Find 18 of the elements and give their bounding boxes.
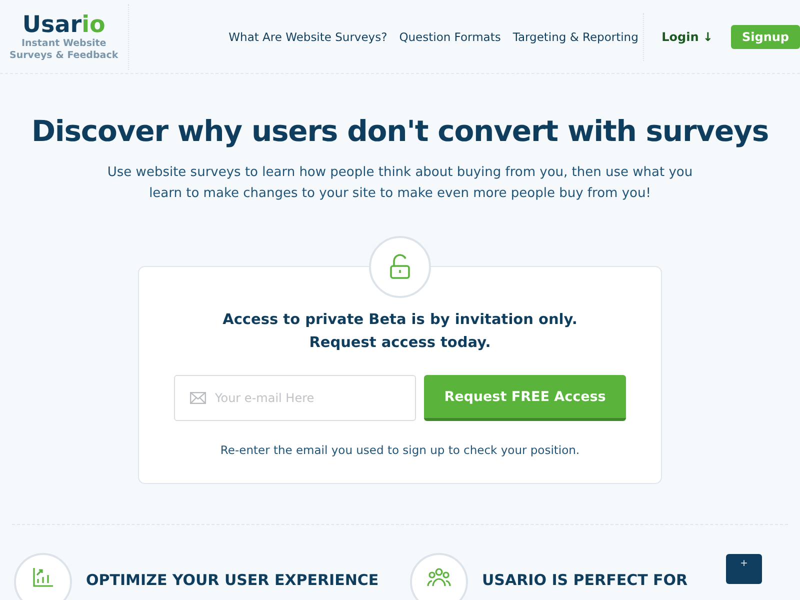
- nav-link[interactable]: Question Formats: [399, 30, 501, 44]
- chart-icon: [32, 567, 54, 587]
- login-link[interactable]: Login ↓: [662, 30, 713, 44]
- hero-title: Discover why users don't convert with surveys: [30, 114, 770, 148]
- feature-title: USARIO IS PERFECT FOR: [482, 571, 688, 589]
- tagline: Instant Website Surveys & Feedback: [8, 38, 120, 62]
- envelope-icon: [190, 392, 206, 404]
- position-note: Re-enter the email you used to sign up to check your position.: [219, 443, 581, 457]
- hero-subtitle: Use website surveys to learn how people think about buying from you, then use what you learn to make changes to your site to make even more people buy from you!: [106, 164, 694, 203]
- nav-link[interactable]: Targeting & Reporting: [512, 30, 638, 44]
- email-field[interactable]: Your e-mail Here: [174, 375, 416, 421]
- feature-title: OPTIMIZE YOUR USER EXPERIENCE: [86, 571, 379, 589]
- plus-button[interactable]: +: [726, 554, 762, 584]
- unlocked-padlock-icon: [389, 254, 411, 280]
- logo[interactable]: Usario: [0, 12, 128, 38]
- nav-link[interactable]: What Are Website Surveys?: [228, 30, 388, 44]
- card-heading: Access to private Beta is by invitation only. Request access today.: [222, 311, 578, 353]
- people-icon: [427, 567, 451, 587]
